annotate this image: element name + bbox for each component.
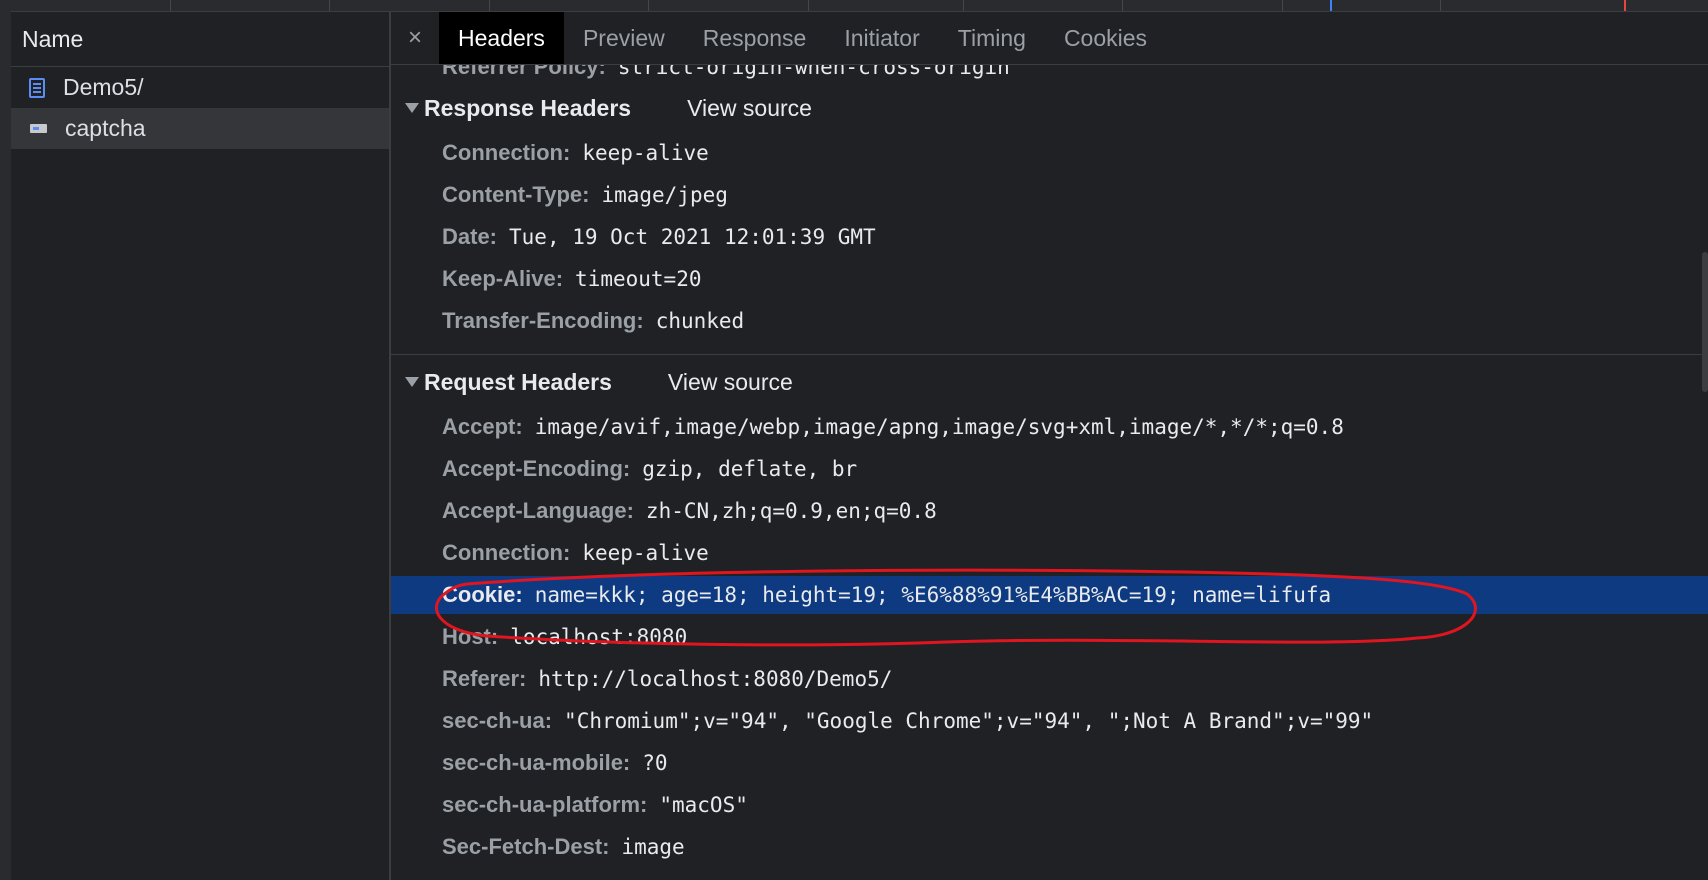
section-title: Request Headers bbox=[424, 368, 612, 395]
header-row-sec-ch-ua[interactable]: sec-ch-ua: "Chromium";v="94", "Google Ch… bbox=[391, 702, 1708, 740]
header-name: Accept: bbox=[442, 414, 523, 439]
request-details-panel: × Headers Preview Response Initiator Tim… bbox=[391, 12, 1708, 880]
expand-triangle-icon[interactable] bbox=[405, 103, 419, 113]
view-source-link[interactable]: View source bbox=[687, 95, 812, 122]
header-name: sec-ch-ua-platform: bbox=[442, 792, 648, 817]
timeline-tick bbox=[648, 0, 649, 11]
header-value: Tue, 19 Oct 2021 12:01:39 GMT bbox=[509, 225, 876, 249]
header-row-cookie[interactable]: Cookie: name=kkk; age=18; height=19; %E6… bbox=[391, 576, 1708, 614]
header-value: zh-CN,zh;q=0.9,en;q=0.8 bbox=[645, 499, 937, 523]
scrollbar-thumb[interactable] bbox=[1702, 252, 1708, 392]
document-icon bbox=[29, 77, 45, 98]
tab-initiator[interactable]: Initiator bbox=[825, 12, 938, 64]
name-column-header[interactable]: Name bbox=[11, 12, 389, 67]
request-row-demo5[interactable]: Demo5/ bbox=[11, 67, 389, 108]
expand-triangle-icon[interactable] bbox=[405, 377, 419, 387]
timeline-tick bbox=[1122, 0, 1123, 11]
timeline-tick bbox=[170, 0, 171, 11]
header-name: Transfer-Encoding: bbox=[442, 308, 644, 333]
header-row-accept-encoding[interactable]: Accept-Encoding: gzip, deflate, br bbox=[391, 450, 1708, 488]
request-row-captcha[interactable]: captcha bbox=[11, 108, 389, 149]
header-row-date[interactable]: Date: Tue, 19 Oct 2021 12:01:39 GMT bbox=[391, 218, 1708, 256]
header-value: gzip, deflate, br bbox=[642, 457, 858, 481]
header-value: name=kkk; age=18; height=19; %E6%88%91%E… bbox=[534, 583, 1332, 607]
request-list-panel: Name Demo5/ captcha bbox=[11, 12, 391, 880]
header-name: sec-ch-ua: bbox=[442, 708, 553, 733]
header-name: Keep-Alive: bbox=[442, 266, 564, 291]
details-tab-bar: × Headers Preview Response Initiator Tim… bbox=[391, 12, 1708, 65]
timeline-tick bbox=[329, 0, 330, 11]
header-name: Accept-Language: bbox=[442, 498, 634, 523]
header-value: timeout=20 bbox=[575, 267, 702, 291]
response-headers-section[interactable]: Response Headers View source bbox=[391, 86, 1708, 130]
view-source-link[interactable]: View source bbox=[668, 369, 793, 396]
request-name: Demo5/ bbox=[63, 74, 144, 100]
section-title: Response Headers bbox=[424, 94, 632, 121]
header-row-referer[interactable]: Referer: http://localhost:8080/Demo5/ bbox=[391, 660, 1708, 698]
header-name: Accept-Encoding: bbox=[442, 456, 631, 481]
tab-headers[interactable]: Headers bbox=[439, 12, 564, 64]
header-value: keep-alive bbox=[582, 541, 709, 565]
header-row-keep-alive[interactable]: Keep-Alive: timeout=20 bbox=[391, 260, 1708, 298]
header-row-transfer-encoding[interactable]: Transfer-Encoding: chunked bbox=[391, 302, 1708, 340]
section-divider bbox=[391, 354, 1708, 355]
image-icon bbox=[30, 124, 47, 133]
header-row-accept-language[interactable]: Accept-Language: zh-CN,zh;q=0.9,en;q=0.8 bbox=[391, 492, 1708, 530]
header-name: Date: bbox=[442, 224, 498, 249]
load-marker bbox=[1624, 0, 1626, 11]
timeline-tick bbox=[963, 0, 964, 11]
tab-timing[interactable]: Timing bbox=[939, 12, 1045, 64]
header-name: sec-ch-ua-mobile: bbox=[442, 750, 631, 775]
close-icon[interactable]: × bbox=[391, 24, 439, 52]
header-value: chunked bbox=[655, 309, 745, 333]
header-value: image/avif,image/webp,image/apng,image/s… bbox=[534, 415, 1344, 439]
header-name: Connection: bbox=[442, 140, 571, 165]
header-name: Sec-Fetch-Dest: bbox=[442, 834, 610, 859]
request-name: captcha bbox=[65, 115, 146, 141]
tab-cookies[interactable]: Cookies bbox=[1045, 12, 1166, 64]
header-name: Connection: bbox=[442, 540, 571, 565]
header-value: keep-alive bbox=[582, 141, 709, 165]
header-value: "macOS" bbox=[659, 793, 748, 817]
timeline-tick bbox=[489, 0, 490, 11]
timeline-overview-strip[interactable] bbox=[0, 0, 1708, 12]
left-edge bbox=[0, 0, 11, 880]
timeline-tick bbox=[808, 0, 809, 11]
header-value: "Chromium";v="94", "Google Chrome";v="94… bbox=[564, 709, 1374, 733]
header-row-sec-fetch-dest[interactable]: Sec-Fetch-Dest: image bbox=[391, 828, 1708, 866]
header-value: image bbox=[621, 835, 685, 859]
header-name: Content-Type: bbox=[442, 182, 590, 207]
header-name: Cookie: bbox=[442, 582, 523, 607]
dom-content-loaded-marker bbox=[1330, 0, 1332, 11]
tab-response[interactable]: Response bbox=[684, 12, 826, 64]
header-name: Referer: bbox=[442, 666, 527, 691]
header-row-sec-ch-ua-platform[interactable]: sec-ch-ua-platform: "macOS" bbox=[391, 786, 1708, 824]
header-value: localhost:8080 bbox=[510, 625, 688, 649]
timeline-tick bbox=[1282, 0, 1283, 11]
header-row-connection[interactable]: Connection: keep-alive bbox=[391, 534, 1708, 572]
header-value: ?0 bbox=[642, 751, 668, 775]
header-value: http://localhost:8080/Demo5/ bbox=[538, 667, 893, 691]
header-value: image/jpeg bbox=[601, 183, 728, 207]
header-row-connection[interactable]: Connection: keep-alive bbox=[391, 134, 1708, 172]
header-name: Host: bbox=[442, 624, 499, 649]
request-headers-section[interactable]: Request Headers View source bbox=[391, 360, 1708, 404]
timeline-tick bbox=[1440, 0, 1441, 11]
header-row-accept[interactable]: Accept: image/avif,image/webp,image/apng… bbox=[391, 408, 1708, 446]
header-row-sec-ch-ua-mobile[interactable]: sec-ch-ua-mobile: ?0 bbox=[391, 744, 1708, 782]
header-row-host[interactable]: Host: localhost:8080 bbox=[391, 618, 1708, 656]
tab-preview[interactable]: Preview bbox=[564, 12, 684, 64]
header-row-content-type[interactable]: Content-Type: image/jpeg bbox=[391, 176, 1708, 214]
